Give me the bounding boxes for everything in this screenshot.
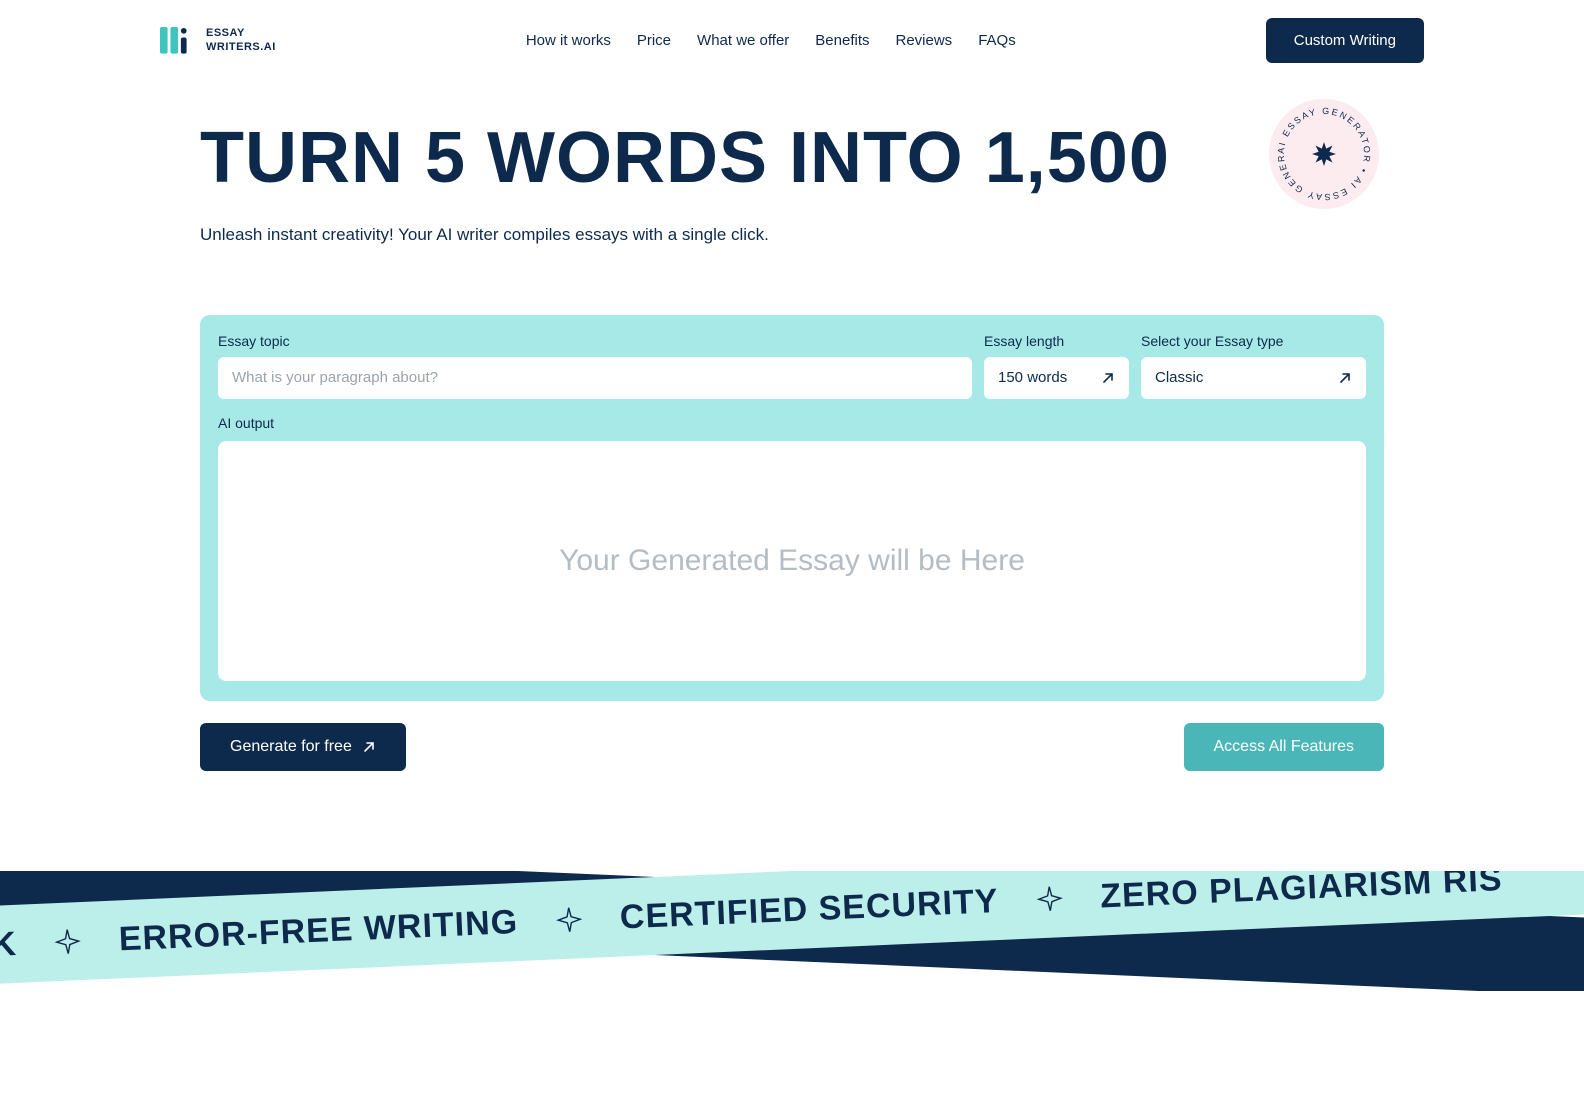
- star-icon: [1036, 885, 1063, 912]
- arrow-icon: [1338, 371, 1352, 385]
- ticker: RISK ERROR-FREE WRITING CERTIFIED SECURI…: [0, 871, 1584, 991]
- logo-icon: [160, 27, 198, 55]
- nav-reviews[interactable]: Reviews: [896, 32, 953, 49]
- ai-essay-generator-badge: AI ESSAY GENERATOR • AI ESSAY GENERATOR …: [1269, 99, 1379, 209]
- length-select[interactable]: 150 words: [984, 357, 1129, 399]
- arrow-icon: [362, 740, 376, 754]
- star-icon: [54, 928, 81, 955]
- main-nav: How it works Price What we offer Benefit…: [316, 32, 1226, 49]
- output-box: Your Generated Essay will be Here: [218, 441, 1366, 681]
- custom-writing-button[interactable]: Custom Writing: [1266, 18, 1424, 63]
- nav-benefits[interactable]: Benefits: [815, 32, 869, 49]
- nav-what-we-offer[interactable]: What we offer: [697, 32, 789, 49]
- ticker-item: ERROR-FREE WRITING: [118, 902, 519, 958]
- topic-label: Essay topic: [218, 333, 972, 349]
- hero: TURN 5 WORDS INTO 1,500 Unleash instant …: [0, 81, 1584, 245]
- topic-input[interactable]: [218, 357, 972, 399]
- access-all-features-button[interactable]: Access All Features: [1184, 723, 1385, 771]
- ticker-item: RISK: [0, 924, 18, 967]
- nav-price[interactable]: Price: [637, 32, 671, 49]
- hero-title: TURN 5 WORDS INTO 1,500: [200, 121, 1384, 197]
- length-label: Essay length: [984, 333, 1129, 349]
- form-row: Essay topic Essay length 150 words Selec…: [218, 333, 1366, 399]
- field-length: Essay length 150 words: [984, 333, 1129, 399]
- output-placeholder: Your Generated Essay will be Here: [559, 544, 1025, 578]
- length-value: 150 words: [998, 369, 1067, 386]
- ticker-item: ZERO PLAGIARISM RIS: [1099, 871, 1503, 916]
- arrow-icon: [1101, 371, 1115, 385]
- field-topic: Essay topic: [218, 333, 972, 399]
- essay-form: Essay topic Essay length 150 words Selec…: [200, 315, 1384, 701]
- type-select[interactable]: Classic: [1141, 357, 1366, 399]
- ticker-item: CERTIFIED SECURITY: [619, 881, 999, 936]
- type-label: Select your Essay type: [1141, 333, 1366, 349]
- nav-how-it-works[interactable]: How it works: [526, 32, 611, 49]
- generate-label: Generate for free: [230, 738, 352, 756]
- hero-subtitle: Unleash instant creativity! Your AI writ…: [200, 225, 1384, 245]
- nav-faqs[interactable]: FAQs: [978, 32, 1016, 49]
- logo-text: ESSAYWRITERS.AI: [206, 27, 276, 53]
- field-type: Select your Essay type Classic: [1141, 333, 1366, 399]
- output-label: AI output: [218, 415, 1366, 431]
- header: ESSAYWRITERS.AI How it works Price What …: [0, 0, 1584, 81]
- actions: Generate for free Access All Features: [200, 723, 1384, 771]
- logo[interactable]: ESSAYWRITERS.AI: [160, 27, 276, 55]
- type-value: Classic: [1155, 369, 1203, 386]
- star-icon: [555, 906, 582, 933]
- generate-button[interactable]: Generate for free: [200, 723, 406, 771]
